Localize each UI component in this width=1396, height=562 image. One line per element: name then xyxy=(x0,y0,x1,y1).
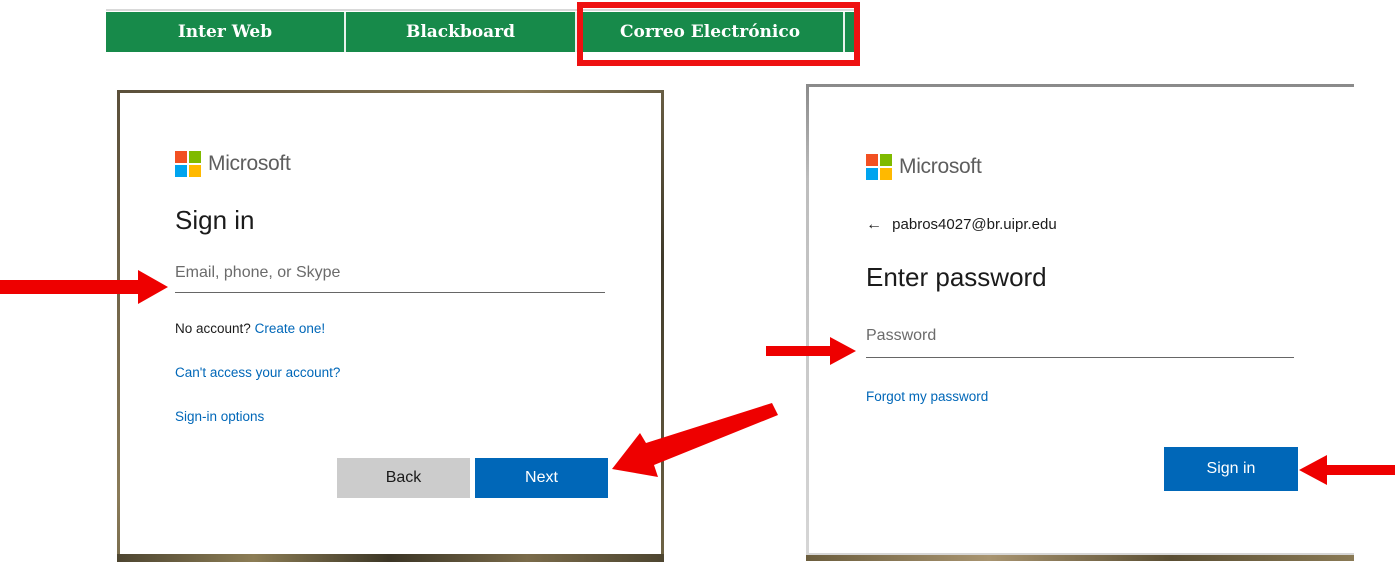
microsoft-logo-icon xyxy=(175,151,201,177)
red-pointer-arrow-icon xyxy=(0,270,168,304)
panel-background-strip xyxy=(806,555,1354,561)
cant-access-link[interactable]: Can't access your account? xyxy=(175,365,340,380)
create-account-link[interactable]: Create one! xyxy=(255,321,326,336)
signin-panel: Microsoft Sign in No account? Create one… xyxy=(120,93,661,557)
next-button[interactable]: Next xyxy=(475,458,608,498)
sign-in-button[interactable]: Sign in xyxy=(1164,447,1298,491)
highlight-box-correo xyxy=(577,2,860,66)
red-pointer-arrow-icon xyxy=(1299,455,1395,485)
signin-title: Sign in xyxy=(175,205,255,235)
red-pointer-arrow-icon xyxy=(612,403,778,477)
email-field-wrap xyxy=(175,264,605,293)
password-field-wrap xyxy=(866,327,1294,358)
email-input[interactable] xyxy=(175,264,605,282)
nav-item-blackboard[interactable]: Blackboard xyxy=(346,12,577,52)
microsoft-logo: Microsoft xyxy=(175,151,291,177)
microsoft-logo: Microsoft xyxy=(866,154,982,180)
identity-row[interactable]: ← pabros4027@br.uipr.edu xyxy=(866,216,1057,234)
signin-panel-frame: Microsoft Sign in No account? Create one… xyxy=(117,90,664,562)
identity-email: pabros4027@br.uipr.edu xyxy=(892,216,1057,233)
red-pointer-arrow-icon xyxy=(766,337,856,365)
password-panel-frame: Microsoft ← pabros4027@br.uipr.edu Enter… xyxy=(806,84,1354,561)
microsoft-logo-icon xyxy=(866,154,892,180)
no-account-text: No account? xyxy=(175,321,251,336)
microsoft-logo-text: Microsoft xyxy=(899,155,982,178)
password-input[interactable] xyxy=(866,327,1294,345)
forgot-password-link[interactable]: Forgot my password xyxy=(866,389,988,404)
password-panel: Microsoft ← pabros4027@br.uipr.edu Enter… xyxy=(809,87,1354,553)
microsoft-logo-text: Microsoft xyxy=(208,152,291,175)
signin-options-link[interactable]: Sign-in options xyxy=(175,409,264,424)
enter-password-title: Enter password xyxy=(866,262,1047,292)
nav-item-inter-web[interactable]: Inter Web xyxy=(106,12,346,52)
back-arrow-icon[interactable]: ← xyxy=(866,216,882,233)
no-account-row: No account? Create one! xyxy=(175,321,325,336)
back-button[interactable]: Back xyxy=(337,458,470,498)
